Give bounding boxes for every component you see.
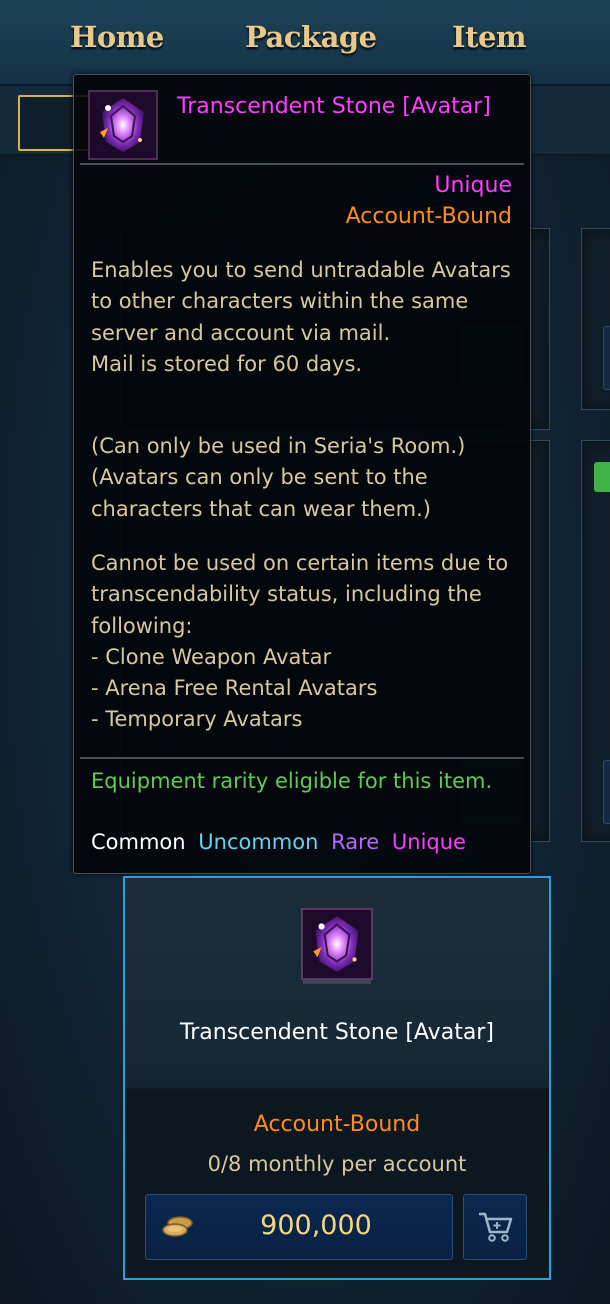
item-card[interactable]: Transcendent Stone [Avatar] Account-Boun… [123, 876, 551, 1280]
divider [80, 163, 524, 165]
purchase-limit: 0/8 monthly per account [207, 1152, 467, 1176]
rarity-label: Unique [434, 173, 512, 198]
transcendent-stone-icon [88, 90, 158, 160]
rarity-rare: Rare [331, 830, 380, 854]
new-badge [594, 462, 610, 492]
tooltip-item-name: Transcendent Stone [Avatar] [177, 94, 491, 119]
cart-button[interactable] [603, 760, 610, 824]
price-value: 900,000 [260, 1210, 372, 1241]
card-binding-label: Account-Bound [253, 1112, 421, 1137]
item-tooltip: Transcendent Stone [Avatar] Unique Accou… [73, 74, 531, 874]
nav-package[interactable]: Package [245, 20, 377, 54]
rarity-common: Common [91, 830, 186, 854]
divider [80, 757, 524, 759]
add-to-cart-button[interactable] [463, 1194, 527, 1260]
rarity-unique: Unique [391, 830, 466, 854]
tooltip-usage-notes: (Can only be used in Seria's Room.) (Ava… [91, 434, 466, 521]
cart-icon [479, 1212, 513, 1242]
gold-coins-icon [162, 1216, 193, 1237]
icon-underline [303, 980, 371, 984]
cart-button[interactable] [603, 326, 610, 390]
transcendent-stone-icon [301, 908, 373, 980]
buy-price-button[interactable]: 900,000 [145, 1194, 453, 1260]
card-item-name: Transcendent Stone [Avatar] [180, 1020, 494, 1045]
eligibility-label: Equipment rarity eligible for this item. [91, 769, 493, 793]
nav-home[interactable]: Home [70, 20, 164, 54]
tooltip-description: Enables you to send untradable Avatars t… [91, 258, 511, 376]
rarity-uncommon: Uncommon [198, 830, 319, 854]
eligible-rarities: Common Uncommon Rare Unique [91, 830, 472, 854]
nav-item[interactable]: Item [452, 20, 527, 54]
binding-label: Account-Bound [345, 204, 512, 229]
tooltip-restrictions: Cannot be used on certain items due to t… [91, 551, 509, 732]
